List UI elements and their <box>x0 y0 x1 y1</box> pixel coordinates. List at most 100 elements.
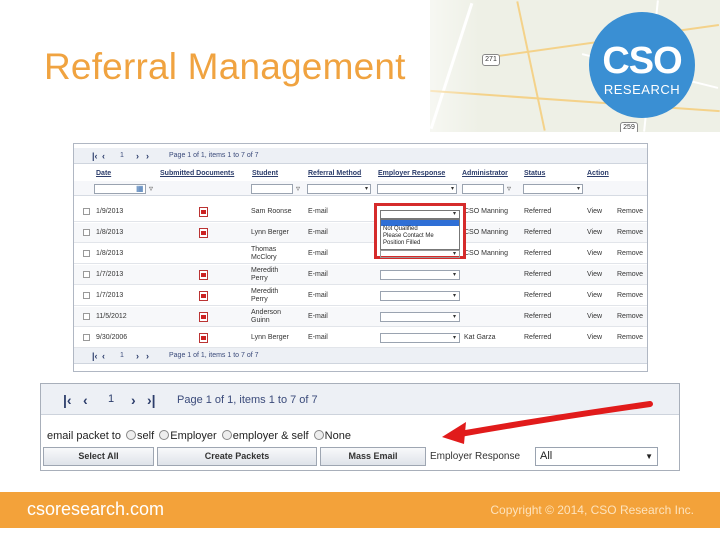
email-packet-label: email packet to <box>47 430 121 442</box>
row-checkbox[interactable] <box>83 208 90 215</box>
view-link[interactable]: View <box>587 250 602 257</box>
calendar-icon[interactable]: ▦ <box>136 184 144 193</box>
page-number[interactable]: 1 <box>120 152 124 159</box>
col-student[interactable]: Student <box>252 170 278 177</box>
cell-date: 1/7/2013 <box>96 292 124 299</box>
prev-page-icon[interactable]: ‹ <box>102 351 105 361</box>
grid-filter-row: ▦ ▿ ▿ ▾ ▾ ▿ ▾ <box>74 181 647 196</box>
view-link[interactable]: View <box>587 292 602 299</box>
cell-date: 1/7/2013 <box>96 271 124 278</box>
pdf-icon[interactable] <box>199 291 208 301</box>
last-page-icon[interactable]: ›| <box>147 392 156 408</box>
cso-research-logo: CSO RESEARCH <box>589 12 695 118</box>
option-not-qualified[interactable]: Not Qualified <box>381 226 459 233</box>
filter-icon[interactable]: ▿ <box>296 184 300 193</box>
radio-employer-and-self-label[interactable]: employer & self <box>233 430 309 442</box>
table-row: 1/8/2013 Lynn Berger E-mail CSO Manning … <box>74 223 647 243</box>
remove-link[interactable]: Remove <box>617 334 643 341</box>
referral-method-filter-select[interactable]: ▾ <box>307 184 371 194</box>
first-page-icon[interactable]: |‹ <box>92 151 98 161</box>
radio-self[interactable] <box>126 430 137 440</box>
last-page-icon[interactable]: › <box>146 351 149 361</box>
first-page-icon[interactable]: |‹ <box>63 392 72 408</box>
cell-student: Thomas McClory <box>251 246 277 261</box>
cell-status: Referred <box>524 271 552 278</box>
pdf-icon[interactable] <box>199 270 208 280</box>
remove-link[interactable]: Remove <box>617 250 643 257</box>
employer-response-select[interactable]: ▾ <box>380 270 460 280</box>
email-packet-options: email packet to self Employer employer &… <box>47 430 351 442</box>
select-all-button[interactable]: Select All <box>43 447 154 466</box>
pdf-icon[interactable] <box>199 228 208 238</box>
employer-response-select[interactable]: ▾ <box>380 333 460 343</box>
option-please-contact-me[interactable]: Please Contact Me <box>381 233 459 240</box>
row-checkbox[interactable] <box>83 229 90 236</box>
radio-employer-and-self[interactable] <box>221 430 232 440</box>
prev-page-icon[interactable]: ‹ <box>83 392 88 408</box>
view-link[interactable]: View <box>587 313 602 320</box>
employer-response-select[interactable]: ▾ <box>380 291 460 301</box>
employer-response-select[interactable]: ▾ <box>380 210 460 219</box>
first-page-icon[interactable]: |‹ <box>92 351 98 361</box>
row-checkbox[interactable] <box>83 292 90 299</box>
col-submitted-documents[interactable]: Submitted Documents <box>160 170 234 177</box>
mass-email-button[interactable]: Mass Email <box>320 447 426 466</box>
remove-link[interactable]: Remove <box>617 208 643 215</box>
pdf-icon[interactable] <box>199 207 208 217</box>
page-number[interactable]: 1 <box>108 393 114 405</box>
cell-student: Sam Roonse <box>251 208 292 215</box>
remove-link[interactable]: Remove <box>617 229 643 236</box>
filter-icon[interactable]: ▿ <box>149 184 153 193</box>
pdf-icon[interactable] <box>199 333 208 343</box>
employer-response-filter[interactable]: All ▼ <box>535 447 658 466</box>
cell-status: Referred <box>524 334 552 341</box>
employer-response-filter-select[interactable]: ▾ <box>377 184 457 194</box>
view-link[interactable]: View <box>587 229 602 236</box>
cell-admin: CSO Manning <box>464 229 508 236</box>
administrator-filter-input[interactable] <box>462 184 504 194</box>
remove-link[interactable]: Remove <box>617 313 643 320</box>
view-link[interactable]: View <box>587 334 602 341</box>
last-page-icon[interactable]: › <box>146 151 149 161</box>
view-link[interactable]: View <box>587 271 602 278</box>
prev-page-icon[interactable]: ‹ <box>102 151 105 161</box>
remove-link[interactable]: Remove <box>617 271 643 278</box>
row-checkbox[interactable] <box>83 250 90 257</box>
grid-pager-top: |‹ ‹ 1 › › Page 1 of 1, items 1 to 7 of … <box>74 148 647 164</box>
cell-method: E-mail <box>308 208 328 215</box>
red-arrow-annotation <box>442 401 653 444</box>
col-administrator[interactable]: Administrator <box>462 170 508 177</box>
col-date[interactable]: Date <box>96 170 111 177</box>
create-packets-button[interactable]: Create Packets <box>157 447 317 466</box>
pdf-icon[interactable] <box>199 312 208 322</box>
toolbar-buttons: Select All Create Packets Mass Email Emp… <box>43 447 677 468</box>
radio-none-label[interactable]: None <box>325 430 351 442</box>
cell-method: E-mail <box>308 229 328 236</box>
cell-student: Meredith Perry <box>251 267 279 282</box>
view-link[interactable]: View <box>587 208 602 215</box>
radio-employer-label[interactable]: Employer <box>170 430 216 442</box>
option-position-filled[interactable]: Position Filled <box>381 240 459 247</box>
next-page-icon[interactable]: › <box>131 392 136 408</box>
page-number[interactable]: 1 <box>120 352 124 359</box>
logo-sub-text: RESEARCH <box>603 82 681 97</box>
col-status[interactable]: Status <box>524 170 545 177</box>
col-referral-method[interactable]: Referral Method <box>308 170 361 177</box>
next-page-icon[interactable]: › <box>136 351 139 361</box>
remove-link[interactable]: Remove <box>617 292 643 299</box>
next-page-icon[interactable]: › <box>136 151 139 161</box>
dropdown-arrow-icon: ▼ <box>645 452 653 461</box>
radio-none[interactable] <box>313 430 324 440</box>
employer-response-select[interactable]: ▾ <box>380 312 460 322</box>
status-filter-select[interactable]: ▾ <box>523 184 583 194</box>
cell-status: Referred <box>524 292 552 299</box>
radio-employer[interactable] <box>159 430 170 440</box>
filter-icon[interactable]: ▿ <box>507 184 511 193</box>
student-filter-input[interactable] <box>251 184 293 194</box>
col-employer-response[interactable]: Employer Response <box>378 170 445 177</box>
row-checkbox[interactable] <box>83 271 90 278</box>
employer-response-select[interactable]: ▾ <box>380 250 460 258</box>
row-checkbox[interactable] <box>83 334 90 341</box>
row-checkbox[interactable] <box>83 313 90 320</box>
radio-self-label[interactable]: self <box>137 430 154 442</box>
